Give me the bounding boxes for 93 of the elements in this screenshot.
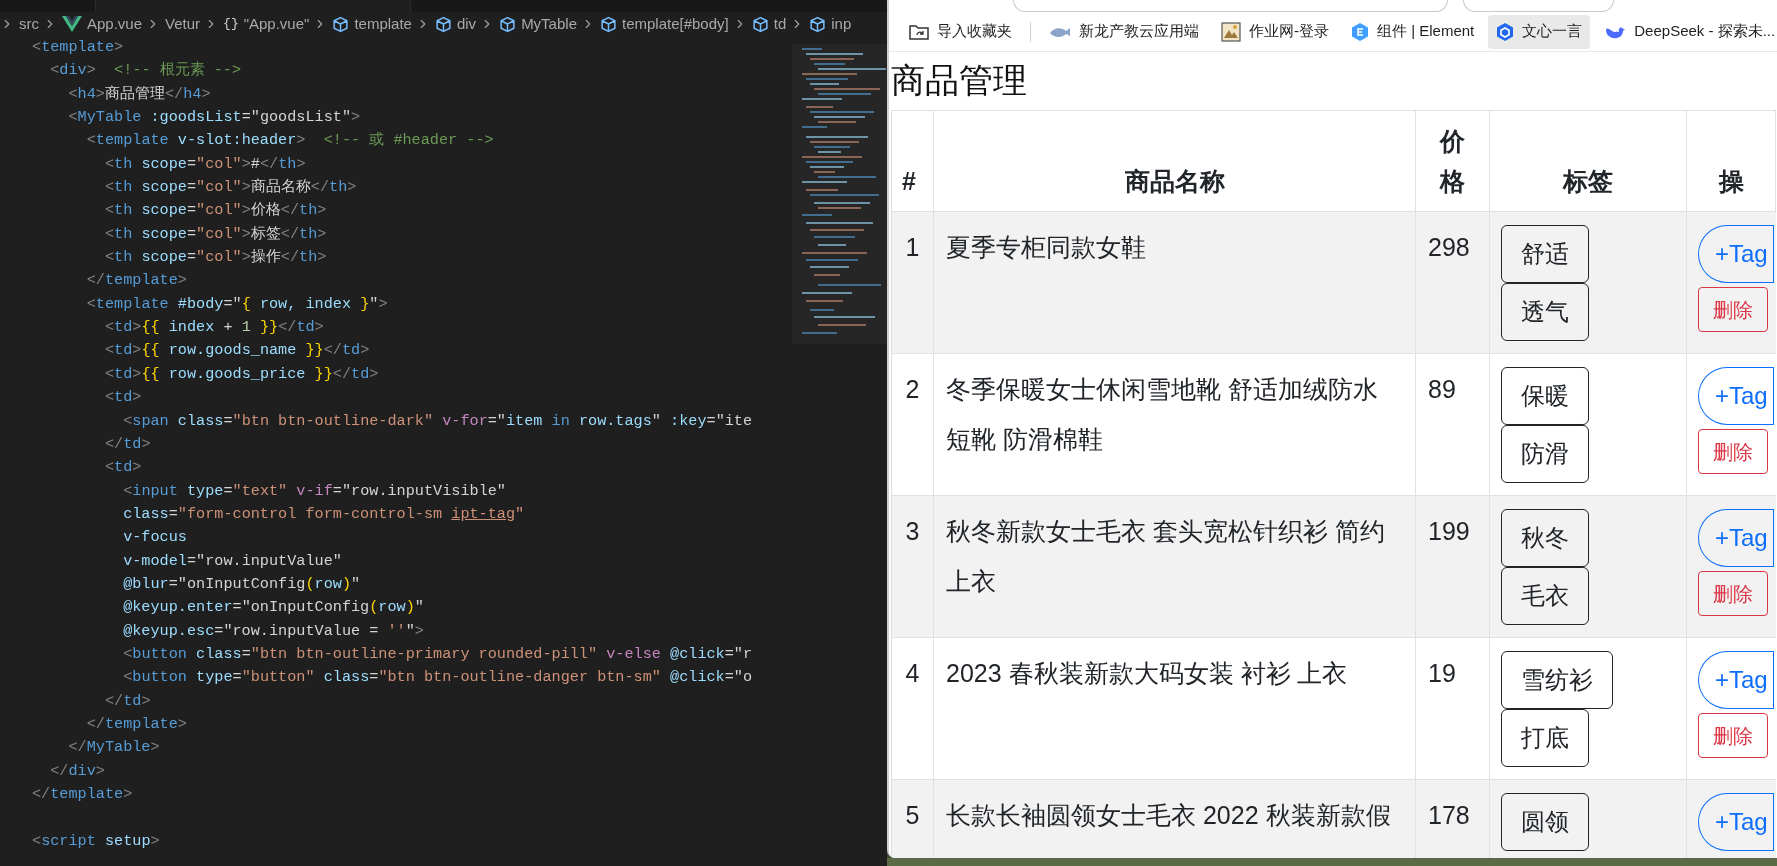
- code-line: <td>: [103, 387, 142, 409]
- code-line: <MyTable :goodsList="goodsList">: [67, 107, 361, 129]
- breadcrumb-item[interactable]: template: [354, 12, 412, 36]
- tag-chip: 雪纺衫: [1501, 651, 1613, 709]
- code-line: </MyTable>: [67, 737, 160, 759]
- cube-icon: [434, 15, 452, 33]
- table-cell: 秋冬新款女士毛衣 套头宽松针织衫 简约上衣: [933, 495, 1416, 638]
- breadcrumb-item[interactable]: td: [773, 12, 787, 36]
- breadcrumb-item[interactable]: Vetur: [165, 12, 201, 36]
- code-line: <th scope="col">#</th>: [103, 153, 306, 175]
- column-header: #: [891, 110, 934, 212]
- cube-icon: [499, 15, 517, 33]
- bookmark-item[interactable]: 作业网-登录: [1213, 14, 1337, 49]
- code-line: <button class="btn btn-outline-primary rounded-pill" v-else @click="r: [122, 643, 753, 665]
- column-header: 操: [1686, 110, 1776, 212]
- code-line: </td>: [103, 690, 151, 712]
- code-line: <button type="button" class="btn btn-outline-danger btn-sm" @click="o: [122, 667, 753, 689]
- bookmark-item[interactable]: DeepSeek - 探索未...: [1596, 14, 1777, 49]
- code-line: <td>{{ row.goods_price }}</td>: [103, 363, 379, 385]
- table-cell: 冬季保暖女士休闲雪地靴 舒适加绒防水短靴 防滑棉鞋: [933, 353, 1416, 496]
- code-line: <template v-slot:header> <!-- 或 #header -->: [85, 130, 494, 152]
- cube-icon: [751, 15, 769, 33]
- code-line: <td>: [103, 457, 142, 479]
- tag-chip: 防滑: [1501, 425, 1589, 483]
- tag-chip: 打底: [1501, 709, 1589, 767]
- code-line: @blur="onInputConfig(row)": [122, 573, 361, 595]
- code-line: <template>: [32, 37, 124, 58]
- tag-chip: 保暖: [1501, 367, 1589, 425]
- cube-icon: [332, 15, 350, 33]
- code-line: <th scope="col">操作</th>: [103, 247, 327, 269]
- delete-button[interactable]: 删除: [1698, 713, 1768, 758]
- breadcrumb-item[interactable]: div: [456, 12, 477, 36]
- braces-icon: {}: [223, 14, 239, 34]
- page-heading: 商品管理: [891, 60, 1028, 101]
- table-cell: 89: [1415, 353, 1490, 496]
- bookmark-item[interactable]: 新龙产教云应用端: [1041, 14, 1207, 49]
- table-cell: 4: [891, 637, 934, 780]
- code-line: class="form-control form-control-sm ipt-tag": [122, 503, 525, 525]
- tag-chip: 圆领: [1501, 793, 1589, 851]
- tag-chip: 秋冬: [1501, 509, 1589, 567]
- folder-icon: [909, 22, 929, 41]
- cube-icon: [600, 15, 617, 33]
- hexagon-icon: [1351, 21, 1369, 42]
- code-line: </template>: [32, 784, 133, 805]
- vue-logo-icon: [62, 16, 82, 32]
- code-line: <div> <!-- 根元素 -->: [49, 60, 242, 82]
- code-line: </template>: [85, 713, 187, 735]
- column-header: 标签: [1489, 110, 1687, 212]
- bookmark-item[interactable]: 导入收藏夹: [901, 14, 1020, 49]
- tag-chip: 舒适: [1501, 225, 1589, 283]
- code-line: <input type="text" v-if="row.inputVisible": [122, 480, 506, 502]
- table-cell: 2023 春秋装新款大码女装 衬衫 上衣: [933, 637, 1416, 780]
- code-line: <th scope="col">标签</th>: [103, 223, 327, 245]
- code-line: <td>{{ index + 1 }}</td>: [103, 317, 324, 339]
- code-line: v-focus: [122, 527, 187, 549]
- breadcrumb-item[interactable]: inp: [831, 12, 852, 36]
- breadcrumb-item[interactable]: "App.vue": [243, 12, 310, 36]
- code-line: </td>: [103, 433, 151, 455]
- cube-icon: [1496, 21, 1515, 42]
- breadcrumb-item[interactable]: template[#body]: [622, 12, 729, 36]
- code-line: @keyup.esc="row.inputValue = ''">: [122, 620, 424, 642]
- cube-icon: [809, 15, 827, 33]
- table-cell: 1: [891, 211, 934, 354]
- table-cell: 夏季专柜同款女鞋: [933, 211, 1416, 354]
- code-line: @keyup.enter="onInputConfig(row)": [122, 597, 424, 619]
- table-cell: 199: [1415, 495, 1490, 638]
- code-line: <h4>商品管理</h4>: [67, 83, 211, 105]
- delete-button[interactable]: 删除: [1698, 571, 1768, 616]
- column-header: 商品名称: [933, 110, 1416, 212]
- code-line: v-model="row.inputValue": [122, 550, 342, 572]
- breadcrumb-item[interactable]: App.vue: [87, 12, 143, 36]
- picture-icon: [1221, 21, 1241, 42]
- tag-chip: 透气: [1501, 283, 1589, 341]
- code-line: <th scope="col">商品名称</th>: [103, 177, 357, 199]
- code-line: <template #body="{ row, index }">: [85, 293, 388, 315]
- table-cell: 3: [891, 495, 934, 638]
- bookmark-item[interactable]: 文心一言: [1488, 14, 1591, 49]
- delete-button[interactable]: 删除: [1698, 287, 1768, 332]
- code-line: <th scope="col">价格</th>: [103, 200, 327, 222]
- code-line: </template>: [85, 270, 187, 292]
- breadcrumb-item[interactable]: MyTable: [521, 12, 577, 36]
- column-header: 价格: [1415, 110, 1490, 212]
- code-line: <script setup>: [32, 830, 160, 852]
- table-cell: 19: [1415, 637, 1490, 780]
- code-line: <span class="btn btn-outline-dark" v-for="item in row.tags" :key="ite: [122, 410, 753, 432]
- bookmark-item[interactable]: 组件 | Element: [1343, 14, 1483, 49]
- table-cell: 2: [891, 353, 934, 496]
- table-cell: 298: [1415, 211, 1490, 354]
- breadcrumb-item[interactable]: src: [19, 12, 39, 36]
- tag-chip: 毛衣: [1501, 567, 1589, 625]
- delete-button[interactable]: 删除: [1698, 429, 1768, 474]
- code-line: <td>{{ row.goods_name }}</td>: [103, 340, 370, 362]
- code-line: </div>: [49, 760, 105, 782]
